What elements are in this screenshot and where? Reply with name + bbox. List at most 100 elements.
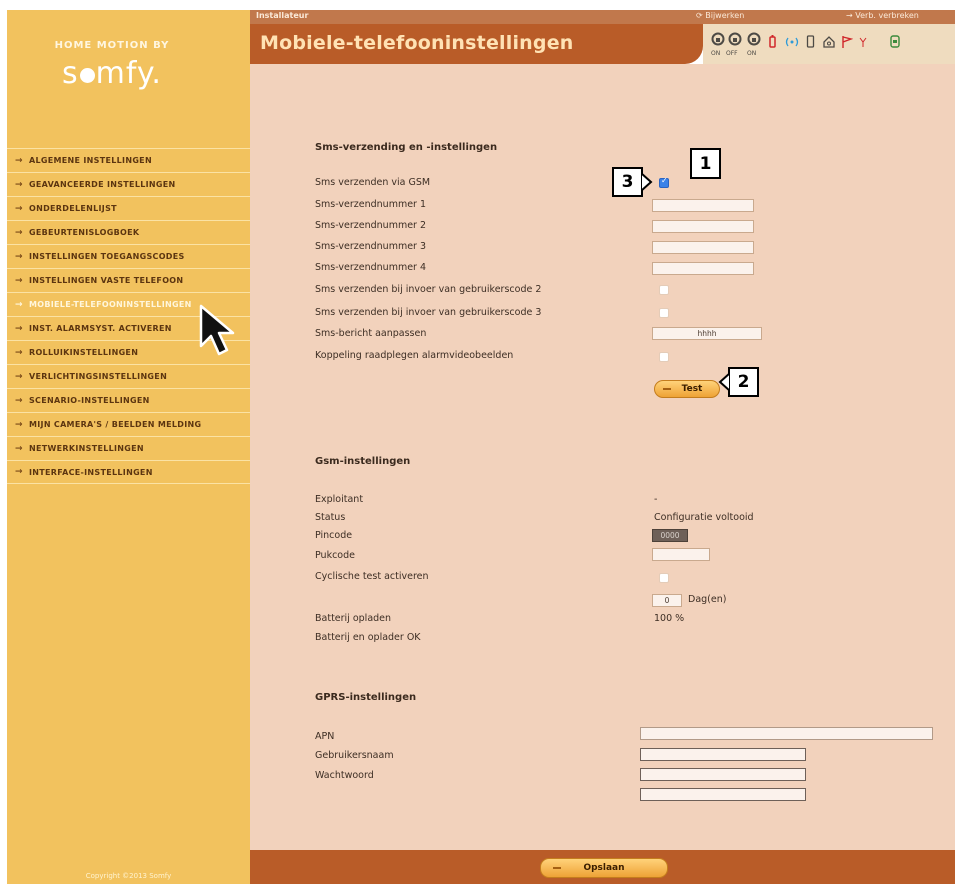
disconnect-link[interactable]: → Verb. verbreken <box>846 11 919 20</box>
header: Mobiele-telefooninstellingen ON OFF ON <box>250 24 955 64</box>
sidebar-item-label: VERLICHTINGSINSTELLINGEN <box>29 372 168 381</box>
sms-number2-input[interactable] <box>652 220 754 233</box>
password-label: Wachtwoord <box>315 770 374 781</box>
send-via-gsm-checkbox[interactable] <box>659 176 669 188</box>
sms-number3-input[interactable] <box>652 241 754 254</box>
username-input[interactable] <box>640 748 806 761</box>
test-button[interactable]: Test <box>654 380 720 398</box>
sidebar-item-label: INSTELLINGEN TOEGANGSCODES <box>29 252 185 261</box>
pincode-label: Pincode <box>315 530 353 541</box>
disconnect-label: Verb. verbreken <box>855 11 919 20</box>
sms-message-input[interactable]: hhhh <box>652 327 762 340</box>
arrow-right-icon: → <box>15 323 23 334</box>
video-link-checkbox[interactable] <box>659 352 669 362</box>
arrow-right-icon: → <box>15 467 23 477</box>
sidebar-item-label: SCENARIO-INSTELLINGEN <box>29 396 150 405</box>
sidebar-item-label: GEBEURTENISLOGBOEK <box>29 228 140 237</box>
callout-3: 3 <box>612 167 643 197</box>
sidebar-item-onderdelenlijst[interactable]: → ONDERDELENLIJST <box>7 196 250 220</box>
sidebar-item-gebeurtenislogboek[interactable]: → GEBEURTENISLOGBOEK <box>7 220 250 244</box>
arrow-right-icon: → <box>15 251 23 262</box>
sidebar-item-verlichtingsinstellingen[interactable]: → VERLICHTINGSINSTELLINGEN <box>7 364 250 388</box>
status-value: Configuratie voltooid <box>654 512 754 523</box>
app-frame: HOME MOTION BY s mfy. → ALGEMENE INSTELLIN… <box>7 10 955 884</box>
sidebar-item-netwerkinstellingen[interactable]: → NETWERKINSTELLINGEN <box>7 436 250 460</box>
alarm-off-caption: OFF <box>726 50 738 57</box>
apn-input[interactable] <box>640 727 933 740</box>
password-input[interactable] <box>640 768 806 781</box>
save-button-label: Opslaan <box>583 863 625 873</box>
cyclic-test-checkbox[interactable] <box>659 573 669 583</box>
update-link[interactable]: ⟳ Bijwerken <box>696 11 744 20</box>
sidebar: HOME MOTION BY s mfy. → ALGEMENE INSTELLIN… <box>7 10 250 884</box>
brand-tagline: HOME MOTION BY <box>54 40 170 51</box>
usercode3-label: Sms verzenden bij invoer van gebruikersc… <box>315 307 542 318</box>
arrow-right-icon: → <box>15 299 23 310</box>
battery-charge-label: Batterij opladen <box>315 613 392 624</box>
status-icons: ON OFF ON <box>703 24 955 64</box>
footer-bar: Opslaan <box>250 850 955 884</box>
sms-number3-label: Sms-verzendnummer 3 <box>315 241 427 252</box>
username-label: Gebruikersnaam <box>315 750 394 761</box>
usercode2-checkbox[interactable] <box>659 285 669 295</box>
sidebar-item-instellingen-vaste-telefoon[interactable]: → INSTELLINGEN VASTE TELEFOON <box>7 268 250 292</box>
sidebar-item-label: INTERFACE-INSTELLINGEN <box>29 467 153 477</box>
antenna-icon <box>859 37 867 47</box>
mouse-cursor-icon <box>199 304 235 356</box>
flag-icon <box>842 36 853 48</box>
sidebar-item-scenario-instellingen[interactable]: → SCENARIO-INSTELLINGEN <box>7 388 250 412</box>
gsm-section-title: Gsm-instellingen <box>315 456 411 467</box>
alarm-partial-icon <box>747 32 761 46</box>
sms-section-title: Sms-verzending en -instellingen <box>315 142 498 153</box>
sidebar-item-instellingen-toegangscodes[interactable]: → INSTELLINGEN TOEGANGSCODES <box>7 244 250 268</box>
operator-label: Exploitant <box>315 494 364 505</box>
callout-2-pointer <box>718 373 730 391</box>
sidebar-item-label: ALGEMENE INSTELLINGEN <box>29 156 152 165</box>
gprs-extra-input[interactable] <box>640 788 806 801</box>
sms-number1-input[interactable] <box>652 199 754 212</box>
sidebar-item-label: INST. ALARMSYST. ACTIVEREN <box>29 324 172 333</box>
button-arrow-icon <box>553 867 561 869</box>
alarm-on-icon <box>711 32 725 46</box>
sms-number4-label: Sms-verzendnummer 4 <box>315 262 427 273</box>
pincode-input[interactable]: 0000 <box>652 529 688 542</box>
brand: HOME MOTION BY s mfy. <box>7 10 250 118</box>
sidebar-item-label: INSTELLINGEN VASTE TELEFOON <box>29 276 184 285</box>
sidebar-item-label: ONDERDELENLIJST <box>29 204 117 213</box>
apn-label: APN <box>315 731 335 742</box>
arrow-right-icon: → <box>15 443 23 454</box>
content-area: Sms-verzending en -instellingen Sms verz… <box>250 64 955 850</box>
pukcode-input[interactable] <box>652 548 710 561</box>
operator-value: - <box>654 494 658 505</box>
sms-number1-label: Sms-verzendnummer 1 <box>315 199 427 210</box>
status-label: Status <box>315 512 346 523</box>
sidebar-item-mijn-camera-s-beelden-melding[interactable]: → MIJN CAMERA'S / BEELDEN MELDING <box>7 412 250 436</box>
arrow-right-icon: → <box>15 371 23 382</box>
sim-icon <box>890 35 900 48</box>
somfy-logo: s mfy. <box>62 56 162 91</box>
save-button[interactable]: Opslaan <box>540 858 668 878</box>
arrow-right-icon: → <box>15 155 23 166</box>
arrow-right-icon: → <box>15 419 23 430</box>
alarm-off-icon <box>728 32 742 46</box>
home-icon <box>823 36 835 48</box>
sidebar-item-algemene-instellingen[interactable]: → ALGEMENE INSTELLINGEN <box>7 148 250 172</box>
phone-icon <box>806 35 815 48</box>
days-input[interactable]: 0 <box>652 594 682 607</box>
sidebar-item-interface-instellingen[interactable]: → INTERFACE-INSTELLINGEN <box>7 460 250 484</box>
callout-1: 1 <box>690 148 721 179</box>
cyclic-test-label: Cyclische test activeren <box>315 571 429 582</box>
battery-icon <box>769 35 776 48</box>
copyright: Copyright ©2013 Somfy <box>85 872 172 880</box>
arrow-right-icon: → <box>846 11 856 20</box>
sidebar-item-label: MIJN CAMERA'S / BEELDEN MELDING <box>29 420 202 429</box>
usercode3-checkbox[interactable] <box>659 308 669 318</box>
test-button-label: Test <box>681 384 703 394</box>
callout-2: 2 <box>728 367 759 397</box>
button-arrow-icon <box>663 388 671 390</box>
update-label: Bijwerken <box>705 11 745 20</box>
arrow-right-icon: → <box>15 179 23 190</box>
battery-charge-value: 100 % <box>654 613 685 624</box>
sidebar-item-geavanceerde-instellingen[interactable]: → GEAVANCEERDE INSTELLINGEN <box>7 172 250 196</box>
sms-number4-input[interactable] <box>652 262 754 275</box>
